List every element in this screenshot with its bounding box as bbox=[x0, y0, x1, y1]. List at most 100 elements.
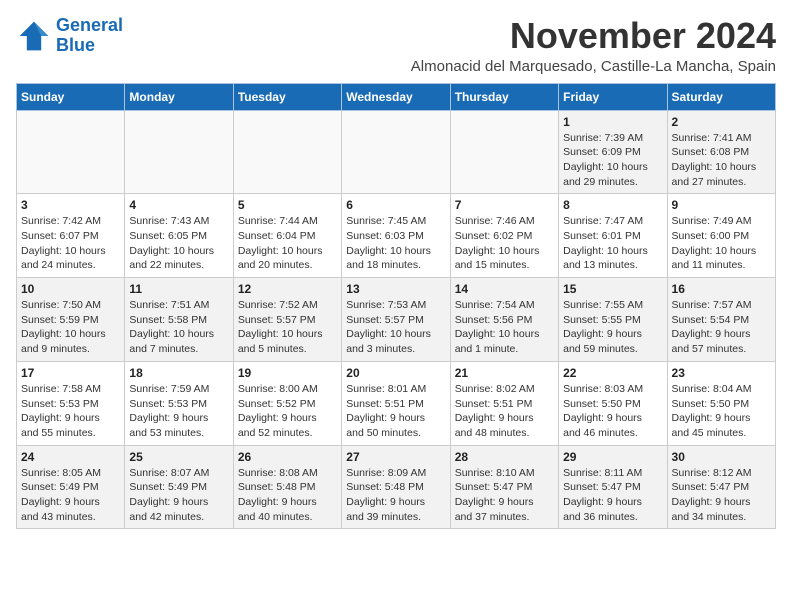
day-number: 20 bbox=[346, 366, 445, 380]
day-info: Sunrise: 8:03 AM Sunset: 5:50 PM Dayligh… bbox=[563, 382, 662, 441]
calendar-cell: 23Sunrise: 8:04 AM Sunset: 5:50 PM Dayli… bbox=[667, 361, 775, 445]
day-number: 11 bbox=[129, 282, 228, 296]
day-number: 18 bbox=[129, 366, 228, 380]
calendar-cell bbox=[233, 110, 341, 194]
weekday-header: Sunday bbox=[17, 83, 125, 110]
day-info: Sunrise: 7:57 AM Sunset: 5:54 PM Dayligh… bbox=[672, 298, 771, 357]
logo-text: General Blue bbox=[56, 16, 123, 56]
logo-icon bbox=[16, 18, 52, 54]
day-number: 28 bbox=[455, 450, 554, 464]
day-info: Sunrise: 7:45 AM Sunset: 6:03 PM Dayligh… bbox=[346, 214, 445, 273]
title-block: November 2024 Almonacid del Marquesado, … bbox=[411, 16, 776, 75]
calendar-cell: 24 Sunrise: 8:05 AM Sunset: 5:49 PM Dayli… bbox=[17, 445, 125, 529]
day-number: 12 bbox=[238, 282, 337, 296]
day-info: Sunrise: 7:50 AM Sunset: 5:59 PM Dayligh… bbox=[21, 298, 120, 357]
day-number: 21 bbox=[455, 366, 554, 380]
calendar-cell: 15 Sunrise: 7:55 AM Sunset: 5:55 PM Dayli… bbox=[559, 278, 667, 362]
calendar-cell bbox=[125, 110, 233, 194]
day-info: Sunrise: 7:43 AM Sunset: 6:05 PM Dayligh… bbox=[129, 214, 228, 273]
calendar-cell: 8Sunrise: 7:47 AM Sunset: 6:01 PM Daylig… bbox=[559, 194, 667, 278]
calendar-cell: 25 Sunrise: 8:07 AM Sunset: 5:49 PM Dayli… bbox=[125, 445, 233, 529]
day-number: 13 bbox=[346, 282, 445, 296]
calendar-cell: 4 Sunrise: 7:43 AM Sunset: 6:05 PM Daylig… bbox=[125, 194, 233, 278]
calendar-cell: 3Sunrise: 7:42 AM Sunset: 6:07 PM Daylig… bbox=[17, 194, 125, 278]
month-title: November 2024 bbox=[411, 16, 776, 56]
calendar-cell: 16 Sunrise: 7:57 AM Sunset: 5:54 PM Dayli… bbox=[667, 278, 775, 362]
weekday-header: Tuesday bbox=[233, 83, 341, 110]
day-info: Sunrise: 8:11 AM Sunset: 5:47 PM Dayligh… bbox=[563, 466, 662, 525]
day-info: Sunrise: 8:12 AM Sunset: 5:47 PM Dayligh… bbox=[672, 466, 771, 525]
day-info: Sunrise: 8:04 AM Sunset: 5:50 PM Dayligh… bbox=[672, 382, 771, 441]
calendar-cell: 5 Sunrise: 7:44 AM Sunset: 6:04 PM Daylig… bbox=[233, 194, 341, 278]
day-info: Sunrise: 8:02 AM Sunset: 5:51 PM Dayligh… bbox=[455, 382, 554, 441]
calendar-week-row: 1 Sunrise: 7:39 AM Sunset: 6:09 PM Daylig… bbox=[17, 110, 776, 194]
calendar-cell: 6 Sunrise: 7:45 AM Sunset: 6:03 PM Daylig… bbox=[342, 194, 450, 278]
day-number: 16 bbox=[672, 282, 771, 296]
calendar-cell: 10Sunrise: 7:50 AM Sunset: 5:59 PM Dayli… bbox=[17, 278, 125, 362]
day-number: 8 bbox=[563, 198, 662, 212]
calendar-cell: 20 Sunrise: 8:01 AM Sunset: 5:51 PM Dayli… bbox=[342, 361, 450, 445]
day-info: Sunrise: 8:00 AM Sunset: 5:52 PM Dayligh… bbox=[238, 382, 337, 441]
calendar-cell: 1 Sunrise: 7:39 AM Sunset: 6:09 PM Daylig… bbox=[559, 110, 667, 194]
calendar-cell: 12 Sunrise: 7:52 AM Sunset: 5:57 PM Dayli… bbox=[233, 278, 341, 362]
weekday-header: Monday bbox=[125, 83, 233, 110]
calendar-cell: 18 Sunrise: 7:59 AM Sunset: 5:53 PM Dayli… bbox=[125, 361, 233, 445]
day-info: Sunrise: 7:54 AM Sunset: 5:56 PM Dayligh… bbox=[455, 298, 554, 357]
day-number: 3 bbox=[21, 198, 120, 212]
day-info: Sunrise: 7:51 AM Sunset: 5:58 PM Dayligh… bbox=[129, 298, 228, 357]
day-number: 17 bbox=[21, 366, 120, 380]
calendar-cell: 17Sunrise: 7:58 AM Sunset: 5:53 PM Dayli… bbox=[17, 361, 125, 445]
day-info: Sunrise: 7:55 AM Sunset: 5:55 PM Dayligh… bbox=[563, 298, 662, 357]
calendar-cell: 26 Sunrise: 8:08 AM Sunset: 5:48 PM Dayli… bbox=[233, 445, 341, 529]
day-info: Sunrise: 7:53 AM Sunset: 5:57 PM Dayligh… bbox=[346, 298, 445, 357]
day-number: 24 bbox=[21, 450, 120, 464]
calendar-cell bbox=[342, 110, 450, 194]
logo: General Blue bbox=[16, 16, 123, 56]
calendar-cell bbox=[17, 110, 125, 194]
day-number: 5 bbox=[238, 198, 337, 212]
day-number: 9 bbox=[672, 198, 771, 212]
day-number: 15 bbox=[563, 282, 662, 296]
day-info: Sunrise: 7:39 AM Sunset: 6:09 PM Dayligh… bbox=[563, 131, 662, 190]
day-number: 25 bbox=[129, 450, 228, 464]
day-info: Sunrise: 8:10 AM Sunset: 5:47 PM Dayligh… bbox=[455, 466, 554, 525]
calendar-week-row: 17Sunrise: 7:58 AM Sunset: 5:53 PM Dayli… bbox=[17, 361, 776, 445]
day-number: 19 bbox=[238, 366, 337, 380]
day-number: 7 bbox=[455, 198, 554, 212]
calendar-cell: 13 Sunrise: 7:53 AM Sunset: 5:57 PM Dayli… bbox=[342, 278, 450, 362]
day-number: 22 bbox=[563, 366, 662, 380]
calendar-cell: 28 Sunrise: 8:10 AM Sunset: 5:47 PM Dayli… bbox=[450, 445, 558, 529]
day-number: 26 bbox=[238, 450, 337, 464]
header: General Blue November 2024 Almonacid del… bbox=[16, 16, 776, 75]
day-info: Sunrise: 7:49 AM Sunset: 6:00 PM Dayligh… bbox=[672, 214, 771, 273]
calendar-cell: 29Sunrise: 8:11 AM Sunset: 5:47 PM Dayli… bbox=[559, 445, 667, 529]
calendar-cell: 11 Sunrise: 7:51 AM Sunset: 5:58 PM Dayli… bbox=[125, 278, 233, 362]
day-info: Sunrise: 7:59 AM Sunset: 5:53 PM Dayligh… bbox=[129, 382, 228, 441]
calendar-cell: 21 Sunrise: 8:02 AM Sunset: 5:51 PM Dayli… bbox=[450, 361, 558, 445]
calendar-week-row: 24 Sunrise: 8:05 AM Sunset: 5:49 PM Dayli… bbox=[17, 445, 776, 529]
day-info: Sunrise: 8:07 AM Sunset: 5:49 PM Dayligh… bbox=[129, 466, 228, 525]
day-info: Sunrise: 8:01 AM Sunset: 5:51 PM Dayligh… bbox=[346, 382, 445, 441]
day-info: Sunrise: 7:46 AM Sunset: 6:02 PM Dayligh… bbox=[455, 214, 554, 273]
day-number: 6 bbox=[346, 198, 445, 212]
day-info: Sunrise: 8:08 AM Sunset: 5:48 PM Dayligh… bbox=[238, 466, 337, 525]
day-number: 2 bbox=[672, 115, 771, 129]
calendar-cell: 27Sunrise: 8:09 AM Sunset: 5:48 PM Dayli… bbox=[342, 445, 450, 529]
calendar-cell: 30 Sunrise: 8:12 AM Sunset: 5:47 PM Dayli… bbox=[667, 445, 775, 529]
calendar-table: SundayMondayTuesdayWednesdayThursdayFrid… bbox=[16, 83, 776, 530]
day-info: Sunrise: 8:05 AM Sunset: 5:49 PM Dayligh… bbox=[21, 466, 120, 525]
day-number: 4 bbox=[129, 198, 228, 212]
day-info: Sunrise: 7:52 AM Sunset: 5:57 PM Dayligh… bbox=[238, 298, 337, 357]
day-number: 1 bbox=[563, 115, 662, 129]
weekday-header: Thursday bbox=[450, 83, 558, 110]
page-container: General Blue November 2024 Almonacid del… bbox=[16, 16, 776, 529]
calendar-cell: 14Sunrise: 7:54 AM Sunset: 5:56 PM Dayli… bbox=[450, 278, 558, 362]
location: Almonacid del Marquesado, Castille-La Ma… bbox=[411, 58, 776, 75]
calendar-week-row: 10Sunrise: 7:50 AM Sunset: 5:59 PM Dayli… bbox=[17, 278, 776, 362]
day-number: 30 bbox=[672, 450, 771, 464]
calendar-week-row: 3Sunrise: 7:42 AM Sunset: 6:07 PM Daylig… bbox=[17, 194, 776, 278]
calendar-cell: 9 Sunrise: 7:49 AM Sunset: 6:00 PM Daylig… bbox=[667, 194, 775, 278]
day-info: Sunrise: 8:09 AM Sunset: 5:48 PM Dayligh… bbox=[346, 466, 445, 525]
day-info: Sunrise: 7:44 AM Sunset: 6:04 PM Dayligh… bbox=[238, 214, 337, 273]
calendar-cell: 7 Sunrise: 7:46 AM Sunset: 6:02 PM Daylig… bbox=[450, 194, 558, 278]
